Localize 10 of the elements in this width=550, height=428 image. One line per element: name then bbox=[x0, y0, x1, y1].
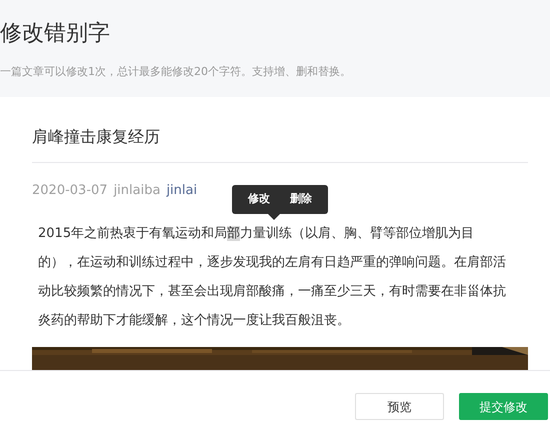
date-text: 2020-03-07 bbox=[32, 182, 108, 200]
hint-text: 一篇文章可以修改1次，总计最多能修改20个字符。支持增、删和替换。 bbox=[0, 64, 352, 80]
page-title: 修改错别字 bbox=[0, 20, 111, 48]
account-link[interactable]: jinlai bbox=[166, 181, 198, 201]
preview-button[interactable]: 预览 bbox=[355, 393, 444, 420]
author-text: jinlaiba bbox=[114, 182, 160, 200]
article-title: 肩峰撞击康复经历 bbox=[32, 127, 528, 164]
article-paragraph: 2015年之前热衷于有氧运动和局部力量训练（以肩、胸、臂等部位增肌为目的），在运动和训练过程中，逐步发现我的左肩有日趋严重的弹响问题。在肩部活动比较频繁的情况下，甚至会出现肩部酸痛，一痛至少三天，有时需要在非甾体抗炎药的帮助下才能缓解，这个情况一度让我百般沮丧。 bbox=[38, 224, 507, 330]
tooltip-action[interactable]: 删除 bbox=[280, 191, 322, 208]
tooltip-action[interactable]: 修改 bbox=[238, 191, 280, 208]
